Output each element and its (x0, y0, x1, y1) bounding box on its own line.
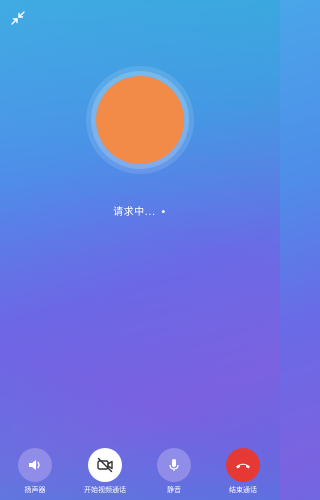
avatar (96, 76, 184, 164)
minimize-button[interactable] (8, 8, 28, 28)
end-call-button[interactable]: 结束通话 (213, 448, 273, 495)
minimize-icon (11, 11, 25, 25)
call-screen: 请求中... • 扬声器 开始视频通话 静音 结束通话 (0, 0, 280, 500)
start-video-label: 开始视频通话 (84, 486, 126, 494)
hangup-icon (236, 463, 250, 469)
video-off-icon (97, 457, 113, 473)
call-controls: 扬声器 开始视频通话 静音 结束通话 (0, 448, 280, 500)
call-status-dot: • (160, 207, 167, 218)
mute-button[interactable]: 静音 (144, 448, 204, 495)
call-status: 请求中... • (0, 203, 280, 218)
speaker-label: 扬声器 (24, 486, 46, 494)
end-call-label: 结束通话 (229, 486, 257, 494)
avatar-ring (86, 66, 194, 174)
mute-label: 静音 (167, 486, 181, 494)
speaker-button[interactable]: 扬声器 (5, 448, 65, 495)
microphone-icon (169, 459, 179, 471)
call-status-text: 请求中... (113, 207, 156, 218)
start-video-button[interactable]: 开始视频通话 (75, 448, 135, 495)
speaker-icon (29, 460, 40, 470)
